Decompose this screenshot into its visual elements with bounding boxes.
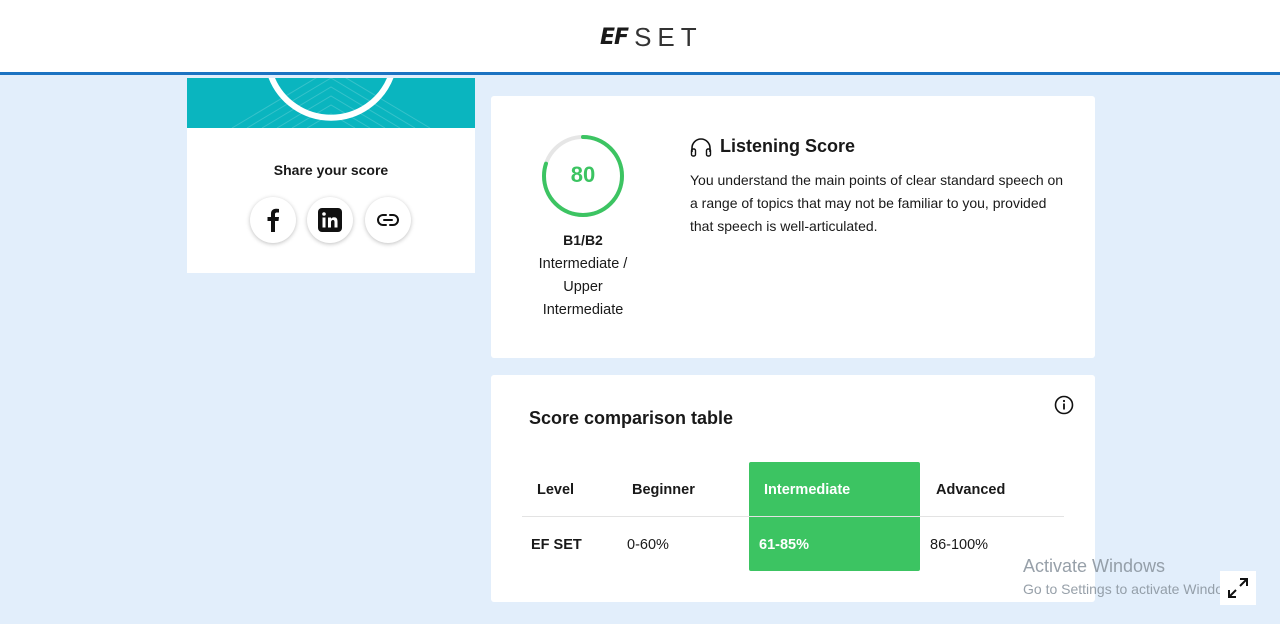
level-name-line: Upper (563, 279, 603, 295)
watermark-title: Activate Windows (1023, 556, 1166, 576)
table-cell-intermediate: 61-85% (759, 537, 809, 553)
listening-heading: Listening Score (690, 136, 855, 157)
headphones-icon (690, 137, 712, 157)
facebook-share-button[interactable] (250, 197, 296, 243)
facebook-icon (267, 208, 279, 232)
banner-pattern (231, 78, 431, 128)
activate-windows-watermark: Activate Windows Go to Settings to activ… (1023, 556, 1244, 597)
cefr-level-code: B1/B2 (563, 232, 603, 248)
share-card: Share your score (187, 78, 475, 273)
score-banner (187, 78, 475, 128)
expand-button[interactable] (1220, 571, 1256, 605)
info-icon[interactable] (1054, 395, 1074, 415)
cefr-level-name: Intermediate / Upper Intermediate (513, 253, 653, 322)
table-divider (522, 516, 1064, 517)
linkedin-icon (318, 208, 342, 232)
level-name-line: Intermediate (542, 302, 624, 318)
share-title: Share your score (273, 162, 389, 178)
link-icon (377, 214, 399, 226)
table-row-label: EF SET (531, 537, 582, 553)
listening-score-value: 80 (570, 162, 596, 187)
watermark-subtitle: Go to Settings to activate Windows. (1023, 581, 1244, 597)
score-comparison-card: Score comparison table Level Beginner In… (491, 375, 1095, 602)
table-cell-beginner: 0-60% (627, 537, 669, 553)
comparison-title: Score comparison table (529, 408, 734, 428)
expand-icon (1228, 578, 1248, 598)
logo-ef-text: EF (600, 25, 629, 50)
listening-score-card: 80 B1/B2 Intermediate / Upper Intermedia… (491, 96, 1095, 358)
listening-title: Listening Score (720, 136, 856, 156)
table-header-advanced: Advanced (936, 482, 1006, 498)
site-header: EF SET (0, 0, 1280, 75)
linkedin-share-button[interactable] (307, 197, 353, 243)
table-header-intermediate: Intermediate (764, 482, 851, 498)
copy-link-button[interactable] (365, 197, 411, 243)
ef-set-logo[interactable]: EF SET (600, 22, 703, 53)
table-header-beginner: Beginner (632, 482, 695, 498)
logo-set-text: SET (634, 22, 703, 52)
table-cell-advanced: 86-100% (930, 537, 989, 553)
listening-description: You understand the main points of clear … (690, 172, 1064, 234)
level-name-line: Intermediate / (538, 256, 628, 272)
table-header-level: Level (537, 482, 575, 498)
